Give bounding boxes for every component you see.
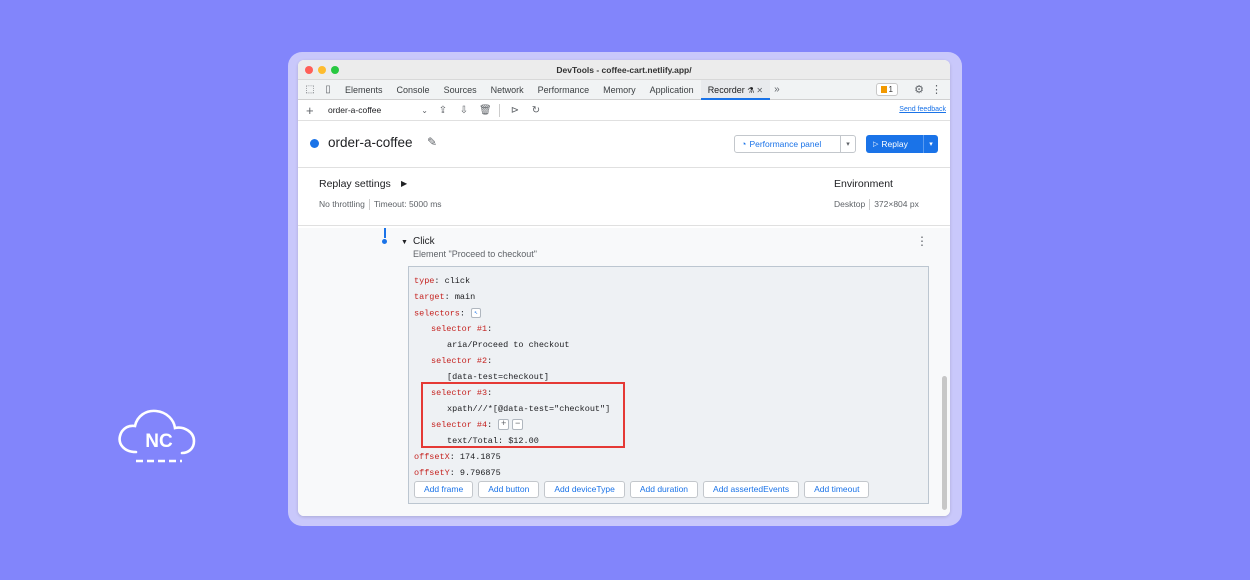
chevron-down-icon[interactable]: ▾ — [923, 135, 938, 153]
divider — [368, 199, 370, 210]
timeline-line — [384, 228, 386, 238]
step-editor[interactable]: type: click target: main selectors: ↖ sel… — [408, 266, 929, 504]
devtools-tabbar: ⬚ ▯ Elements Console Sources Network Per… — [298, 79, 950, 100]
highlight-annotation-box — [421, 382, 625, 448]
issues-count: 1 — [888, 85, 893, 94]
add-devicetype-button[interactable]: Add deviceType — [544, 481, 625, 498]
code-key[interactable]: offsetX — [414, 452, 450, 462]
recording-header: order-a-coffee ✎ ◔ Performance panel ▾ ▷… — [298, 121, 950, 168]
send-feedback-link[interactable]: Send feedback — [899, 106, 946, 113]
step-menu-icon[interactable]: ⋮ — [916, 234, 928, 248]
logo-text: NC — [145, 431, 173, 452]
code-key[interactable]: offsetY — [414, 468, 450, 478]
divider — [869, 199, 871, 210]
add-property-buttons: Add frame Add button Add deviceType Add … — [414, 481, 870, 498]
code-value[interactable]: aria/Proceed to checkout — [447, 340, 569, 350]
code-key[interactable]: type — [414, 276, 434, 286]
timeline-dot — [382, 239, 387, 244]
performance-panel-label: Performance panel — [749, 139, 822, 149]
delete-icon[interactable]: 🗑 — [479, 105, 492, 116]
tab-performance[interactable]: Performance — [531, 80, 597, 100]
tab-elements[interactable]: Elements — [338, 80, 390, 100]
add-frame-button[interactable]: Add frame — [414, 481, 474, 498]
close-tab-icon[interactable]: ✕ — [756, 86, 763, 95]
tab-memory[interactable]: Memory — [596, 80, 643, 100]
issues-badge[interactable]: 1 — [875, 83, 898, 96]
replay-label: Replay — [881, 139, 908, 149]
play-icon: ▷ — [873, 141, 879, 148]
inspect-element-icon[interactable]: ⬚ — [304, 84, 316, 96]
code-value[interactable]: [data-test=checkout] — [447, 372, 549, 382]
replay-settings-title[interactable]: Replay settings — [319, 178, 391, 190]
add-duration-button[interactable]: Add duration — [629, 481, 699, 498]
add-timeout-button[interactable]: Add timeout — [804, 481, 870, 498]
replay-icon[interactable]: ↻ — [530, 105, 542, 116]
code-value[interactable]: 9.796875 — [460, 468, 501, 478]
caret-right-icon[interactable]: ▶ — [401, 179, 407, 188]
replay-settings-section: Replay settings ▶ No throttling Timeout:… — [298, 168, 950, 226]
recording-select-value: order-a-coffee — [328, 105, 382, 115]
add-button-button[interactable]: Add button — [478, 481, 540, 498]
environment-title: Environment — [834, 178, 893, 190]
gauge-icon: ◔ — [741, 139, 747, 149]
window-titlebar: DevTools - coffee-cart.netlify.app/ — [298, 60, 950, 80]
create-recording-icon[interactable]: + — [306, 103, 318, 118]
caret-down-icon[interactable]: ▼ — [401, 239, 408, 246]
scrollbar-thumb[interactable] — [942, 376, 947, 510]
customize-menu-icon[interactable]: ⋮ — [931, 83, 942, 96]
code-key[interactable]: selector #2 — [431, 356, 487, 366]
performance-panel-button[interactable]: ◔ Performance panel ▾ — [734, 135, 856, 153]
tab-recorder[interactable]: Recorder ⚗ ✕ — [700, 79, 771, 100]
add-assertedevents-button[interactable]: Add assertedEvents — [703, 481, 800, 498]
replay-button[interactable]: ▷ Replay ▾ — [866, 135, 938, 153]
flask-icon: ⚗ — [747, 85, 755, 95]
chevron-down-icon: ⌄ — [421, 105, 428, 115]
devtools-window: DevTools - coffee-cart.netlify.app/ ⬚ ▯ … — [298, 60, 950, 516]
code-value[interactable]: main — [455, 292, 475, 302]
import-icon[interactable]: ⇩ — [458, 105, 470, 116]
tab-recorder-label: Recorder — [707, 84, 745, 95]
throttling-value: No throttling — [319, 199, 365, 209]
export-icon[interactable]: ⇪ — [437, 105, 449, 116]
window-title: DevTools - coffee-cart.netlify.app/ — [556, 65, 692, 75]
edit-pencil-icon[interactable]: ✎ — [427, 135, 437, 149]
timeout-value: Timeout: 5000 ms — [373, 199, 442, 209]
steps-panel: ▼ Click Element "Proceed to checkout" ⋮ … — [298, 228, 950, 516]
tab-application[interactable]: Application — [643, 80, 701, 100]
code-key[interactable]: selector #1 — [431, 324, 487, 334]
step-subtitle: Element "Proceed to checkout" — [413, 249, 537, 259]
toolbar-divider — [499, 103, 500, 117]
tab-console[interactable]: Console — [390, 80, 437, 100]
code-key[interactable]: target — [414, 292, 445, 302]
tab-sources[interactable]: Sources — [437, 80, 484, 100]
chevron-down-icon[interactable]: ▾ — [840, 136, 855, 152]
nc-cloud-logo: NC — [118, 409, 196, 463]
settings-gear-icon[interactable]: ⚙ — [914, 83, 924, 96]
device-toolbar-icon[interactable]: ▯ — [322, 84, 334, 96]
code-value[interactable]: 174.1875 — [460, 452, 501, 462]
more-tabs-icon[interactable]: » — [770, 84, 784, 95]
recorder-toolbar: + order-a-coffee ⌄ ⇪ ⇩ 🗑 ⊳ ↻ Send feedba… — [298, 100, 950, 121]
device-value: Desktop — [834, 199, 866, 209]
code-value[interactable]: click — [445, 276, 471, 286]
viewport-value: 372×804 px — [874, 199, 919, 209]
code-key[interactable]: selectors — [414, 308, 460, 318]
step-title[interactable]: Click — [413, 236, 435, 247]
select-element-icon[interactable]: ↖ — [471, 308, 482, 318]
tab-network[interactable]: Network — [484, 80, 531, 100]
recording-select[interactable]: order-a-coffee ⌄ — [328, 105, 428, 115]
step-over-icon[interactable]: ⊳ — [509, 105, 521, 116]
issues-flag-icon — [880, 86, 887, 93]
recording-title: order-a-coffee — [328, 135, 413, 150]
recording-status-dot — [310, 139, 319, 148]
